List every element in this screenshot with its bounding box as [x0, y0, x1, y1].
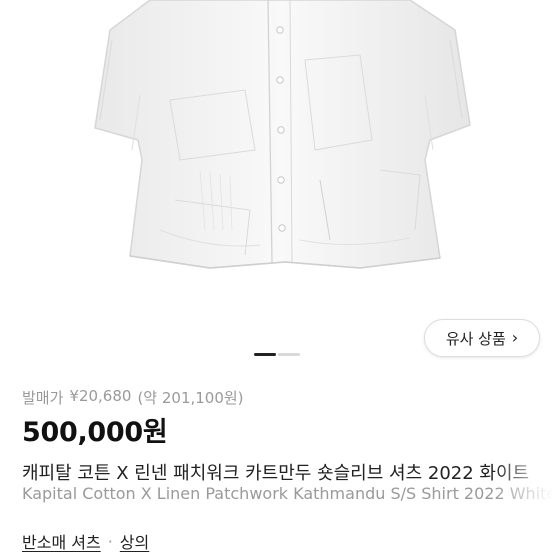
- product-title-korean: 캐피탈 코튼 X 린넨 패치워크 카트만두 숏슬리브 셔츠 2022 화이트: [22, 463, 530, 484]
- release-price-value: ¥20,680: [69, 387, 132, 405]
- carousel-dot-active[interactable]: [254, 353, 276, 356]
- release-price-converted: (약 201,100원): [137, 389, 244, 407]
- category-breadcrumb: 반소매 셔츠 · 상의: [22, 529, 149, 553]
- shirt-illustration: [94, 0, 471, 269]
- category-separator: ·: [107, 531, 113, 551]
- current-price: 500,000원: [22, 417, 168, 448]
- similar-products-label: 유사 상품: [445, 329, 506, 348]
- carousel-indicator: [254, 353, 300, 356]
- release-price-label: 발매가: [22, 389, 64, 407]
- category-link-short-sleeve-shirt[interactable]: 반소매 셔츠: [22, 529, 101, 553]
- chevron-right-icon: ›: [511, 328, 519, 347]
- carousel-dot[interactable]: [278, 353, 300, 356]
- product-image[interactable]: 유사 상품 ›: [0, 0, 554, 372]
- similar-products-button[interactable]: 유사 상품 ›: [424, 319, 540, 357]
- product-title-english: Kapital Cotton X Linen Patchwork Kathman…: [22, 484, 554, 503]
- category-link-tops[interactable]: 상의: [120, 529, 149, 553]
- release-price: 발매가 ¥20,680 (약 201,100원): [22, 387, 244, 408]
- title-fade-overlay: [494, 455, 554, 511]
